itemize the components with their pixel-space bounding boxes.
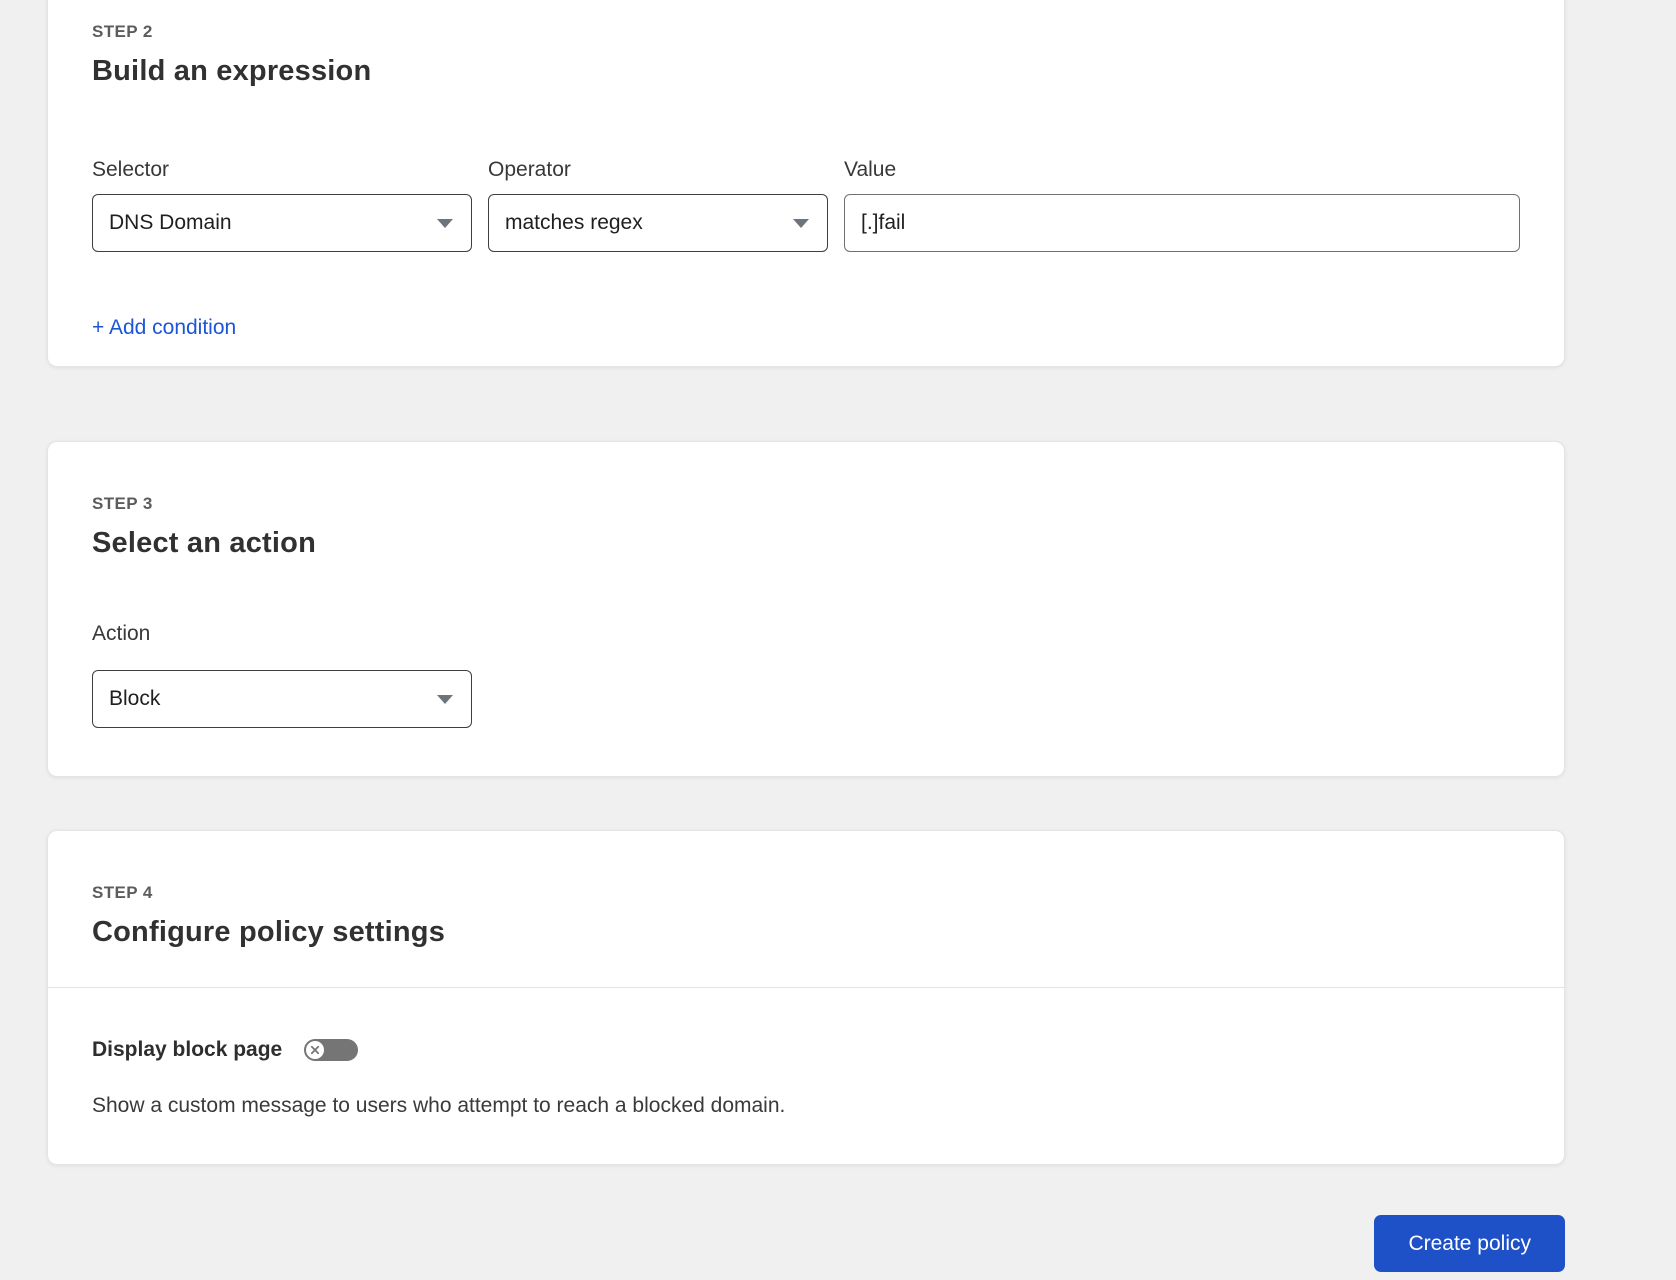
selector-dropdown-value: DNS Domain — [109, 211, 232, 234]
chevron-down-icon — [437, 218, 453, 228]
x-icon — [311, 1045, 320, 1055]
display-block-page-toggle[interactable] — [304, 1039, 359, 1061]
expression-fields-row: Selector DNS Domain Operator matches reg… — [92, 158, 1520, 252]
operator-label: Operator — [488, 158, 571, 181]
action-dropdown-value: Block — [109, 687, 161, 710]
add-condition-link[interactable]: + Add condition — [92, 316, 236, 340]
chevron-down-icon — [793, 218, 809, 228]
step4-card: STEP 4 Configure policy settings Display… — [47, 830, 1565, 1165]
value-label: Value — [844, 158, 897, 181]
action-dropdown[interactable]: Block — [92, 670, 472, 728]
action-field: Action — [92, 622, 1520, 658]
selector-field: Selector DNS Domain — [92, 158, 472, 252]
selector-label: Selector — [92, 158, 170, 181]
value-input[interactable] — [844, 194, 1520, 252]
step3-card: STEP 3 Select an action Action Block — [47, 441, 1565, 777]
display-block-page-label: Display block page — [92, 1038, 283, 1061]
operator-field: Operator matches regex — [488, 158, 828, 252]
step4-label: STEP 4 — [92, 883, 153, 902]
form-footer: Create policy — [47, 1215, 1565, 1272]
step2-card: STEP 2 Build an expression Selector DNS … — [47, 0, 1565, 367]
step2-label: STEP 2 — [92, 22, 153, 41]
step4-title: Configure policy settings — [92, 916, 446, 948]
display-block-page-row: Display block page — [92, 1038, 1520, 1062]
action-label: Action — [92, 622, 151, 645]
create-policy-button[interactable]: Create policy — [1374, 1215, 1565, 1272]
selector-dropdown[interactable]: DNS Domain — [92, 194, 472, 252]
step3-label: STEP 3 — [92, 494, 153, 513]
value-field: Value — [844, 158, 1520, 252]
step3-title: Select an action — [92, 527, 316, 559]
step2-title: Build an expression — [92, 55, 372, 87]
display-block-page-description: Show a custom message to users who attem… — [92, 1094, 786, 1117]
chevron-down-icon — [437, 694, 453, 704]
operator-dropdown[interactable]: matches regex — [488, 194, 828, 252]
operator-dropdown-value: matches regex — [505, 211, 643, 234]
toggle-knob — [306, 1041, 325, 1059]
policy-builder-content: STEP 2 Build an expression Selector DNS … — [47, 0, 1565, 1272]
policy-settings-section: Display block page Show a custom message… — [48, 988, 1564, 1164]
